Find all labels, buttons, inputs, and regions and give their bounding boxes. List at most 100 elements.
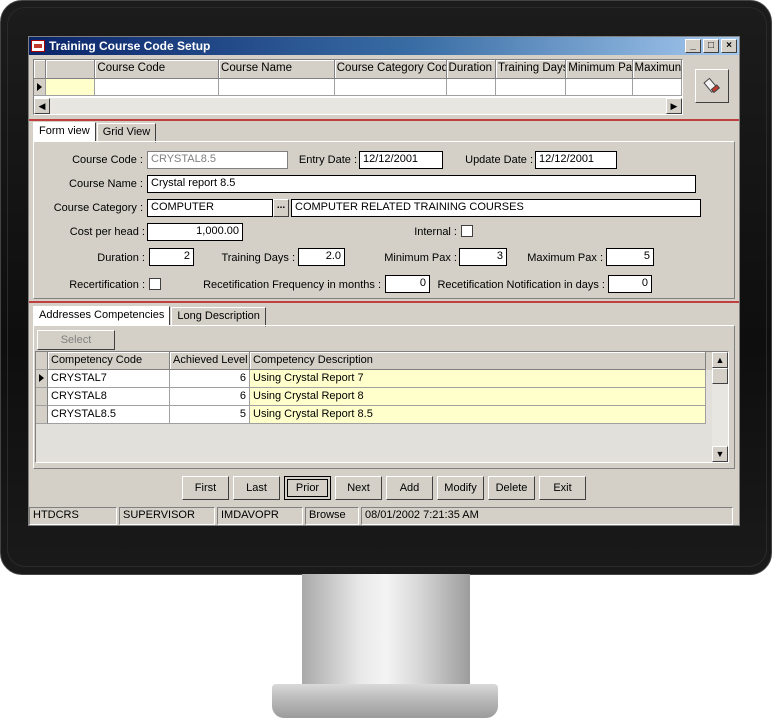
maximize-button[interactable]: □ [703,39,719,53]
achieved-level-cell[interactable]: 5 [170,406,250,424]
title-bar[interactable]: Training Course Code Setup _ □ × [29,37,739,55]
window-title: Training Course Code Setup [49,39,211,53]
recert-frequency-field[interactable]: 0 [385,275,430,293]
category-lookup-button[interactable]: ... [273,199,289,217]
select-button[interactable]: Select [37,330,115,350]
competency-code-cell[interactable]: CRYSTAL8 [48,388,170,406]
status-database: IMDAVOPR [217,507,303,525]
delete-button[interactable]: Delete [488,476,535,500]
course-grid[interactable]: Course Code Course Name Course Category … [33,59,683,115]
status-user: SUPERVISOR [119,507,215,525]
horizontal-scrollbar[interactable]: ◀ ▶ [34,98,682,114]
grid-cell[interactable] [496,79,567,96]
achieved-level-cell[interactable]: 6 [170,388,250,406]
competency-description-cell[interactable]: Using Crystal Report 7 [250,370,706,388]
header-competency-code[interactable]: Competency Code [48,352,170,370]
row-indicator [34,79,46,96]
navigation-toolbar: First Last Prior Next Add Modify Delete … [29,473,739,503]
status-datetime: 08/01/2002 7:21:35 AM [361,507,733,525]
table-row[interactable]: CRYSTAL8.5 5 Using Crystal Report 8.5 [36,406,728,424]
table-row[interactable]: CRYSTAL8 6 Using Crystal Report 8 [36,388,728,406]
cost-per-head-label: Cost per head : [69,226,145,238]
competency-grid[interactable]: Competency Code Achieved Level Competenc… [35,351,729,463]
scroll-up-icon[interactable]: ▲ [712,352,728,368]
course-name-field[interactable]: Crystal report 8.5 [147,175,696,193]
scroll-down-icon[interactable]: ▼ [712,446,728,462]
entry-date-label: Entry Date : [298,154,357,166]
scroll-right-icon[interactable]: ▶ [666,98,682,114]
tab-long-description[interactable]: Long Description [171,307,266,327]
status-mode: Browse [305,507,359,525]
grid-cell[interactable] [95,79,220,96]
scroll-left-icon[interactable]: ◀ [34,98,50,114]
duration-field[interactable]: 2 [149,248,194,266]
header-course-name[interactable]: Course Name [219,60,335,79]
header-course-category-code[interactable]: Course Category Code [334,60,447,79]
competency-description-cell[interactable]: Using Crystal Report 8 [250,388,706,406]
tab-addresses-competencies[interactable]: Addresses Competencies [33,306,171,326]
competency-code-cell[interactable]: CRYSTAL8.5 [48,406,170,424]
status-app: HTDCRS [29,507,117,525]
modify-button[interactable]: Modify [437,476,484,500]
grid-corner [36,352,48,370]
recert-notification-field[interactable]: 0 [608,275,652,293]
header-training-days[interactable]: Training Days [496,60,567,79]
achieved-level-cell[interactable]: 6 [170,370,250,388]
course-code-label: Course Code : [72,154,143,166]
monitor-stand-base [272,684,498,718]
entry-date-field[interactable]: 12/12/2001 [359,151,443,169]
header-achieved-level[interactable]: Achieved Level [170,352,250,370]
separator [29,119,739,121]
header-course-code[interactable]: Course Code [95,60,220,79]
table-row[interactable] [34,79,682,96]
maximum-pax-field[interactable]: 5 [606,248,654,266]
flashlight-icon [703,77,721,94]
course-category-label: Course Category : [53,202,143,214]
flashlight-button[interactable] [695,69,729,103]
course-category-field[interactable]: COMPUTER [147,199,273,217]
grid-cell[interactable] [446,79,496,96]
close-button[interactable]: × [721,39,737,53]
recertification-label: Recertification : [69,279,145,291]
grid-cell[interactable] [219,79,335,96]
header-maximum[interactable]: Maximun [632,60,682,79]
app-icon [31,40,45,52]
grid-cell[interactable] [632,79,682,96]
competency-description-cell[interactable]: Using Crystal Report 8.5 [250,406,706,424]
add-button[interactable]: Add [386,476,433,500]
minimum-pax-field[interactable]: 3 [459,248,507,266]
header-minimum-pax[interactable]: Minimum Pax [566,60,633,79]
header-duration[interactable]: Duration [446,60,496,79]
app-window: Training Course Code Setup _ □ × Course … [28,36,740,526]
update-date-field[interactable]: 12/12/2001 [535,151,617,169]
grid-cell[interactable] [45,79,96,96]
prior-button[interactable]: Prior [284,476,331,500]
first-button[interactable]: First [182,476,229,500]
tab-form-view[interactable]: Form view [33,122,96,142]
recert-frequency-label: Recetification Frequency in months : [203,279,381,291]
header-competency-description[interactable]: Competency Description [250,352,706,370]
internal-checkbox[interactable] [461,225,473,237]
maximum-pax-label: Maximum Pax : [527,252,603,264]
grid-cell[interactable] [334,79,447,96]
competency-code-cell[interactable]: CRYSTAL7 [48,370,170,388]
table-row[interactable]: CRYSTAL7 6 Using Crystal Report 7 [36,370,728,388]
minimize-button[interactable]: _ [685,39,701,53]
scroll-thumb[interactable] [712,368,728,384]
vertical-scrollbar[interactable]: ▲ ▼ [712,352,728,462]
next-button[interactable]: Next [335,476,382,500]
course-code-field[interactable]: CRYSTAL8.5 [147,151,288,169]
duration-label: Duration : [97,252,145,264]
recertification-checkbox[interactable] [149,278,161,290]
grid-cell[interactable] [566,79,633,96]
cost-per-head-field[interactable]: 1,000.00 [147,223,243,241]
training-days-field[interactable]: 2.0 [298,248,345,266]
monitor-stand-neck [302,574,470,686]
exit-button[interactable]: Exit [539,476,586,500]
last-button[interactable]: Last [233,476,280,500]
course-category-description[interactable]: COMPUTER RELATED TRAINING COURSES [291,199,701,217]
separator [29,301,739,303]
tab-grid-view[interactable]: Grid View [96,123,157,143]
recert-notification-label: Recetification Notification in days : [437,279,605,291]
row-indicator [36,388,48,406]
